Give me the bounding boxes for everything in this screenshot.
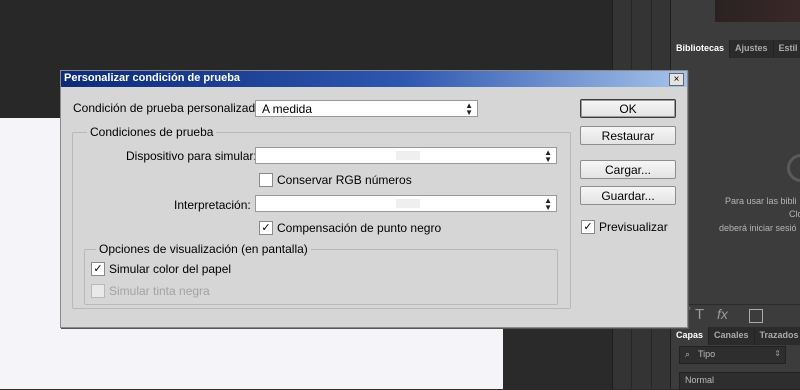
simulate-paper-color-label: Simular color del papel: [109, 262, 232, 276]
black-point-compensation-label: Compensación de punto negro: [277, 221, 442, 235]
cc-libraries-icon: [787, 154, 800, 182]
dropdown-arrows-icon: ▲ ▼: [465, 101, 473, 117]
layer-filter-value: Tipo: [698, 349, 716, 359]
save-button[interactable]: Guardar...: [580, 186, 676, 205]
close-button[interactable]: ×: [669, 73, 684, 86]
tab-estilos[interactable]: Estil: [774, 40, 800, 58]
dialog-title: Personalizar condición de prueba: [64, 72, 241, 84]
tab-ajustes[interactable]: Ajustes: [730, 40, 774, 58]
layer-filter-select[interactable]: ⌕ Tipo ⇕: [679, 346, 786, 364]
dropdown-arrows-icon: ⇕: [774, 349, 781, 358]
simulate-paper-color-checkbox[interactable]: ✓: [91, 262, 105, 276]
load-button[interactable]: Cargar...: [580, 160, 676, 179]
blend-mode-value: Normal: [685, 375, 715, 385]
tab-bibliotecas[interactable]: Bibliotecas: [671, 40, 731, 58]
device-value-redacted: [396, 151, 420, 160]
preserve-rgb-label: Conservar RGB números: [277, 173, 412, 187]
tab-canales[interactable]: Canales: [709, 327, 755, 345]
preserve-rgb-checkbox[interactable]: [259, 173, 273, 187]
intent-value-redacted: [396, 199, 420, 208]
device-select[interactable]: ▲ ▼: [255, 147, 557, 164]
dropdown-arrows-icon: ▲ ▼: [544, 196, 552, 212]
reset-button[interactable]: Restaurar: [580, 126, 676, 145]
black-point-compensation-checkbox[interactable]: ✓: [259, 221, 273, 235]
ok-button[interactable]: OK: [580, 99, 676, 118]
dialog-titlebar[interactable]: Personalizar condición de prueba ×: [61, 71, 687, 87]
intent-label: Interpretación:: [174, 198, 251, 212]
search-icon: ⌕: [685, 349, 691, 359]
layers-tabs: Capas Canales Trazados: [671, 327, 800, 345]
blend-mode-select[interactable]: Normal: [679, 372, 800, 390]
dropdown-arrows-icon: ▲ ▼: [544, 148, 552, 164]
intent-select[interactable]: ▲ ▼: [255, 195, 557, 212]
library-info-line-1: Para usar las bibli: [725, 196, 797, 206]
fx-icon[interactable]: fx: [717, 306, 728, 322]
tab-capas[interactable]: Capas: [671, 327, 710, 345]
color-picker-field[interactable]: [715, 0, 800, 22]
preview-checkbox[interactable]: ✓: [581, 220, 595, 234]
custom-condition-label: Condición de prueba personalizada:: [73, 101, 266, 115]
preview-label: Previsualizar: [599, 220, 668, 234]
tab-trazados[interactable]: Trazados: [755, 327, 800, 345]
display-options-title: Opciones de visualización (en pantalla): [96, 242, 311, 256]
custom-condition-value: A medida: [262, 102, 313, 116]
right-panel: Bibliotecas Ajustes Estil Para usar las …: [670, 0, 800, 390]
library-tabs: Bibliotecas Ajustes Estil: [671, 40, 800, 58]
proof-conditions-title: Condiciones de prueba: [87, 125, 217, 139]
customize-proof-dialog: Personalizar condición de prueba × Condi…: [60, 70, 688, 328]
libraries-panel: Para usar las bibli Clo deberá iniciar s…: [671, 58, 800, 304]
library-info-line-3: deberá iniciar sesió: [719, 223, 797, 233]
custom-condition-select[interactable]: A medida ▲ ▼: [255, 100, 478, 117]
library-footer-toolbar: 🖌 T fx: [671, 304, 800, 327]
square-icon[interactable]: [749, 309, 763, 323]
simulate-black-ink-checkbox[interactable]: [91, 284, 105, 298]
device-label: Dispositivo para simular:: [126, 149, 257, 163]
text-icon[interactable]: T: [695, 306, 704, 323]
simulate-black-ink-label: Simular tinta negra: [109, 284, 210, 298]
library-info-line-2: Clo: [789, 209, 800, 219]
